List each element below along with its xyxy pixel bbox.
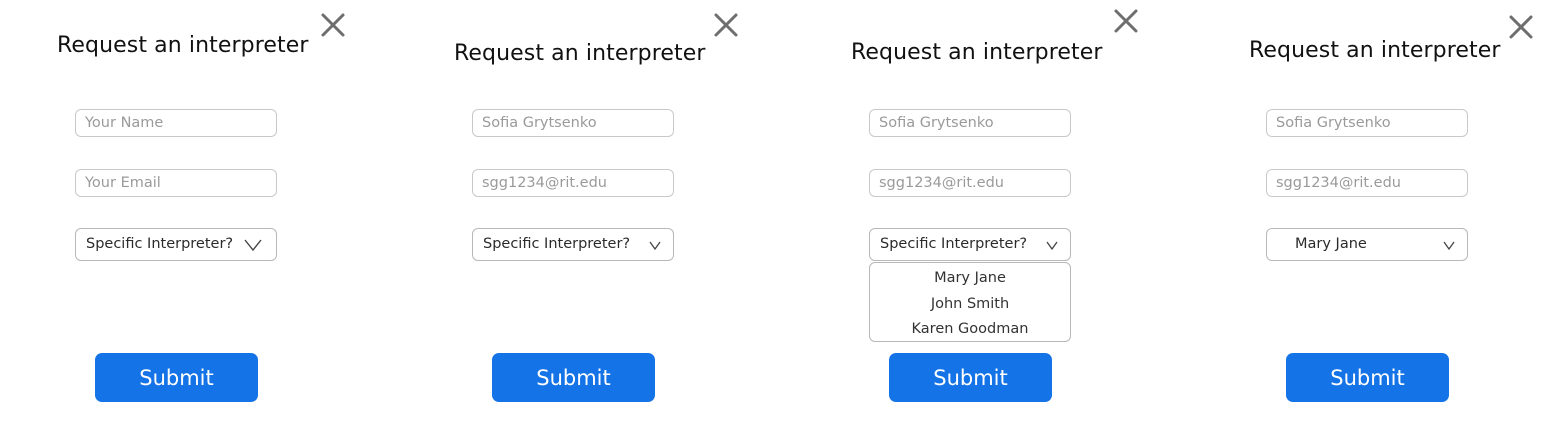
chevron-down-icon [1046, 241, 1058, 250]
dropdown-option-mary-jane[interactable]: Mary Jane [870, 270, 1070, 286]
dropdown-option-karen-goodman[interactable]: Karen Goodman [870, 321, 1070, 337]
email-field[interactable] [472, 169, 674, 197]
chevron-down-icon [1443, 241, 1455, 250]
email-field[interactable] [75, 169, 277, 197]
page-title: Request an interpreter [1249, 38, 1501, 63]
chevron-down-icon [649, 241, 661, 250]
interpreter-select[interactable]: Specific Interpreter? [869, 228, 1071, 261]
name-field[interactable] [869, 109, 1071, 137]
chevron-down-icon [244, 239, 262, 251]
name-field[interactable] [472, 109, 674, 137]
interpreter-select[interactable]: Specific Interpreter? [75, 228, 277, 261]
submit-button[interactable]: Submit [95, 353, 258, 402]
close-icon [714, 13, 738, 37]
close-button[interactable] [1508, 14, 1534, 40]
close-button[interactable] [1113, 8, 1139, 34]
submit-button[interactable]: Submit [889, 353, 1052, 402]
dropdown-option-john-smith[interactable]: John Smith [870, 296, 1070, 312]
interpreter-select[interactable]: Specific Interpreter? [472, 228, 674, 261]
page-title: Request an interpreter [851, 40, 1103, 65]
page-title: Request an interpreter [57, 33, 309, 58]
page-title: Request an interpreter [454, 41, 706, 66]
interpreter-select-value: Mary Jane [1295, 236, 1367, 252]
submit-button[interactable]: Submit [1286, 353, 1449, 402]
interpreter-dropdown-menu: Mary Jane John Smith Karen Goodman [869, 262, 1071, 342]
interpreter-select-value: Specific Interpreter? [880, 236, 1028, 252]
request-form-panel-2: Request an interpreter Specific Interpre… [397, 0, 784, 445]
name-field[interactable] [75, 109, 277, 137]
request-form-panel-4: Request an interpreter Mary Jane Submit [1191, 0, 1548, 445]
email-field[interactable] [1266, 169, 1468, 197]
request-form-panel-1: Request an interpreter Specific Interpre… [0, 0, 387, 445]
close-icon [1114, 9, 1138, 33]
interpreter-select-value: Specific Interpreter? [86, 236, 234, 252]
name-field[interactable] [1266, 109, 1468, 137]
interpreter-select-value: Specific Interpreter? [483, 236, 631, 252]
submit-button[interactable]: Submit [492, 353, 655, 402]
email-field[interactable] [869, 169, 1071, 197]
interpreter-select[interactable]: Mary Jane [1266, 228, 1468, 261]
close-icon [1509, 15, 1533, 39]
close-button[interactable] [713, 12, 739, 38]
request-form-panel-3: Request an interpreter Specific Interpre… [794, 0, 1181, 445]
